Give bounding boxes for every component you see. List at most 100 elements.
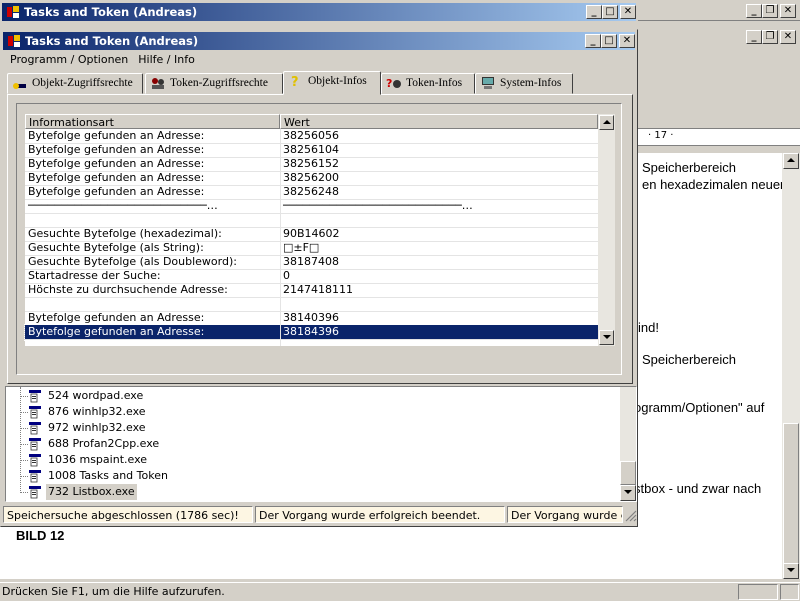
process-scrollbar[interactable] — [620, 387, 636, 501]
tab-page: Informationsart Wert Bytefolge gefunden … — [7, 94, 633, 384]
status-panel-search: Speichersuche abgeschlossen (1786 sec)! — [3, 506, 253, 523]
tab-token-zugriffsrechte[interactable]: Token-Zugriffsrechte — [145, 73, 283, 94]
cell-informationsart: Bytefolge gefunden an Adresse: — [28, 157, 205, 170]
cell-wert: 38256200 — [283, 171, 339, 184]
doc-scroll-up-button[interactable] — [783, 153, 799, 169]
table-scroll-up-button[interactable] — [599, 115, 614, 130]
cell-informationsart: Bytefolge gefunden an Adresse: — [28, 129, 205, 142]
bg-minimize-button[interactable]: _ — [746, 4, 762, 18]
process-list-item[interactable]: 732 Listbox.exe — [6, 484, 606, 500]
process-icon — [29, 470, 41, 483]
tab-system-infos[interactable]: System-Infos — [475, 73, 573, 94]
table-frame: Informationsart Wert Bytefolge gefunden … — [16, 103, 622, 375]
app-status-text: Drücken Sie F1, um die Hilfe aufzurufen. — [2, 585, 225, 598]
doc-line: ogramm/Optionen" auf — [634, 400, 765, 415]
menu-bar: Programm / Optionen Hilfe / Info — [5, 52, 200, 68]
bg-doc-restore-button[interactable]: ❐ — [762, 30, 778, 44]
bg-close-button[interactable]: ✕ — [780, 4, 796, 18]
cell-wert: 38256056 — [283, 129, 339, 142]
doc-scrollbar[interactable] — [782, 153, 800, 579]
close-button[interactable]: ✕ — [620, 5, 636, 19]
table-row[interactable] — [25, 297, 598, 312]
process-list-item[interactable]: 972 winhlp32.exe — [6, 420, 606, 436]
table-row[interactable]: Höchste zu durchsuchende Adresse: 2147418… — [25, 283, 598, 298]
process-list-item[interactable]: 1036 mspaint.exe — [6, 452, 606, 468]
doc-line: stbox - und zwar nach — [634, 481, 762, 496]
cell-wert: ───────────────────────────… — [283, 199, 473, 212]
process-icon — [29, 422, 41, 435]
table-scroll-down-button[interactable] — [599, 330, 614, 345]
process-tree: 524 wordpad.exe 876 winhlp32.exe 972 winhl… — [6, 387, 620, 501]
table-row[interactable] — [25, 213, 598, 228]
process-label: 688 Profan2Cpp.exe — [48, 437, 160, 450]
table-row[interactable]: Bytefolge gefunden an Adresse: 38256152 — [25, 157, 598, 172]
table-scrollbar[interactable] — [598, 114, 615, 346]
column-header-wert[interactable]: Wert — [280, 114, 598, 129]
key-icon — [13, 83, 26, 90]
cell-informationsart: Bytefolge gefunden an Adresse: — [28, 311, 205, 324]
cell-wert: 38256152 — [283, 157, 339, 170]
process-list-item[interactable]: 1008 Tasks and Token — [6, 468, 606, 484]
cell-informationsart: Gesuchte Bytefolge (als String): — [28, 241, 204, 254]
table-row[interactable]: Bytefolge gefunden an Adresse: 38184396 — [24, 324, 599, 341]
process-icon — [29, 486, 41, 499]
doc-scroll-thumb[interactable] — [783, 423, 799, 565]
window-title: Tasks and Token (Andreas) — [25, 34, 199, 48]
table-row[interactable]: Gesuchte Bytefolge (hexadezimal): 90B1460… — [25, 227, 598, 242]
status-panel-result: Der Vorgang wurde erfolgreich beendet. — [255, 506, 505, 523]
tab-objekt-zugriffsrechte[interactable]: Objekt-Zugriffsrechte — [7, 73, 143, 94]
cell-wert: 2147418111 — [283, 283, 353, 296]
process-label: 876 winhlp32.exe — [48, 405, 146, 418]
status-panel-result-2: Der Vorgang wurde erfolgreich beendet. — [507, 506, 623, 523]
minimize-button[interactable]: _ — [586, 5, 602, 19]
bg-restore-button[interactable]: ❐ — [762, 4, 778, 18]
table-row[interactable]: Gesuchte Bytefolge (als String): □±F□ — [25, 241, 598, 256]
back-window-titlebar[interactable]: Tasks and Token (Andreas) _ □ ✕ — [2, 3, 636, 21]
process-label: 1008 Tasks and Token — [48, 469, 168, 482]
bg-doc-close-button[interactable]: ✕ — [780, 30, 796, 44]
close-button[interactable]: ✕ — [619, 34, 635, 48]
cell-wert: 90B14602 — [283, 227, 340, 240]
table-row[interactable]: Bytefolge gefunden an Adresse: 38140396 — [25, 311, 598, 326]
process-icon — [29, 454, 41, 467]
menu-programm[interactable]: Programm / Optionen — [5, 52, 133, 68]
main-titlebar[interactable]: Tasks and Token (Andreas) _ □ ✕ — [3, 32, 635, 50]
minimize-button[interactable]: _ — [585, 34, 601, 48]
computer-icon — [482, 77, 494, 90]
cell-informationsart: Gesuchte Bytefolge (als Doubleword): — [28, 255, 237, 268]
table-row[interactable]: ───────────────────────────… ────────────… — [25, 199, 598, 214]
doc-line: Speicherbereich — [642, 352, 736, 367]
cell-informationsart: Gesuchte Bytefolge (hexadezimal): — [28, 227, 222, 240]
table-row[interactable]: Bytefolge gefunden an Adresse: 38256248 — [25, 185, 598, 200]
tab-objekt-infos[interactable]: ? Objekt-Infos — [283, 71, 381, 95]
cell-informationsart: Höchste zu durchsuchende Adresse: — [28, 283, 228, 296]
table-row[interactable]: Gesuchte Bytefolge (als Doubleword): 3818… — [25, 255, 598, 270]
table-row[interactable]: Bytefolge gefunden an Adresse: 38256200 — [25, 171, 598, 186]
status-panel — [738, 584, 778, 600]
table-row[interactable]: Startadresse der Suche: 0 — [25, 269, 598, 284]
process-icon — [29, 438, 41, 451]
process-scroll-down-button[interactable] — [620, 485, 636, 501]
app-status-bar: Drücken Sie F1, um die Hilfe aufzurufen. — [0, 582, 800, 601]
maximize-button[interactable]: □ — [601, 34, 617, 48]
process-list-item[interactable]: 688 Profan2Cpp.exe — [6, 436, 606, 452]
bg-doc-minimize-button[interactable]: _ — [746, 30, 762, 44]
maximize-button[interactable]: □ — [602, 5, 618, 19]
tab-token-infos[interactable]: ? Token-Infos — [381, 73, 475, 94]
resize-grip-icon[interactable] — [625, 510, 637, 522]
figure-caption: BILD 12 — [16, 528, 65, 543]
menu-hilfe[interactable]: Hilfe / Info — [133, 52, 200, 68]
doc-line: Speicherbereich — [642, 160, 736, 175]
doc-scroll-down-button[interactable] — [783, 563, 799, 579]
process-scroll-thumb[interactable] — [620, 461, 636, 485]
column-header-informationsart[interactable]: Informationsart — [25, 114, 280, 129]
cell-wert: 38187408 — [283, 255, 339, 268]
table-row[interactable]: Bytefolge gefunden an Adresse: 38256104 — [25, 143, 598, 158]
question-bulb-icon: ? — [291, 75, 299, 88]
process-list-item[interactable]: 876 winhlp32.exe — [6, 404, 606, 420]
process-list-item[interactable]: 524 wordpad.exe — [6, 388, 606, 404]
users-icon — [152, 78, 164, 90]
info-person-icon: ? — [386, 77, 401, 90]
table-row[interactable]: Bytefolge gefunden an Adresse: 38256056 — [25, 129, 598, 144]
cell-informationsart: Bytefolge gefunden an Adresse: — [28, 325, 205, 338]
